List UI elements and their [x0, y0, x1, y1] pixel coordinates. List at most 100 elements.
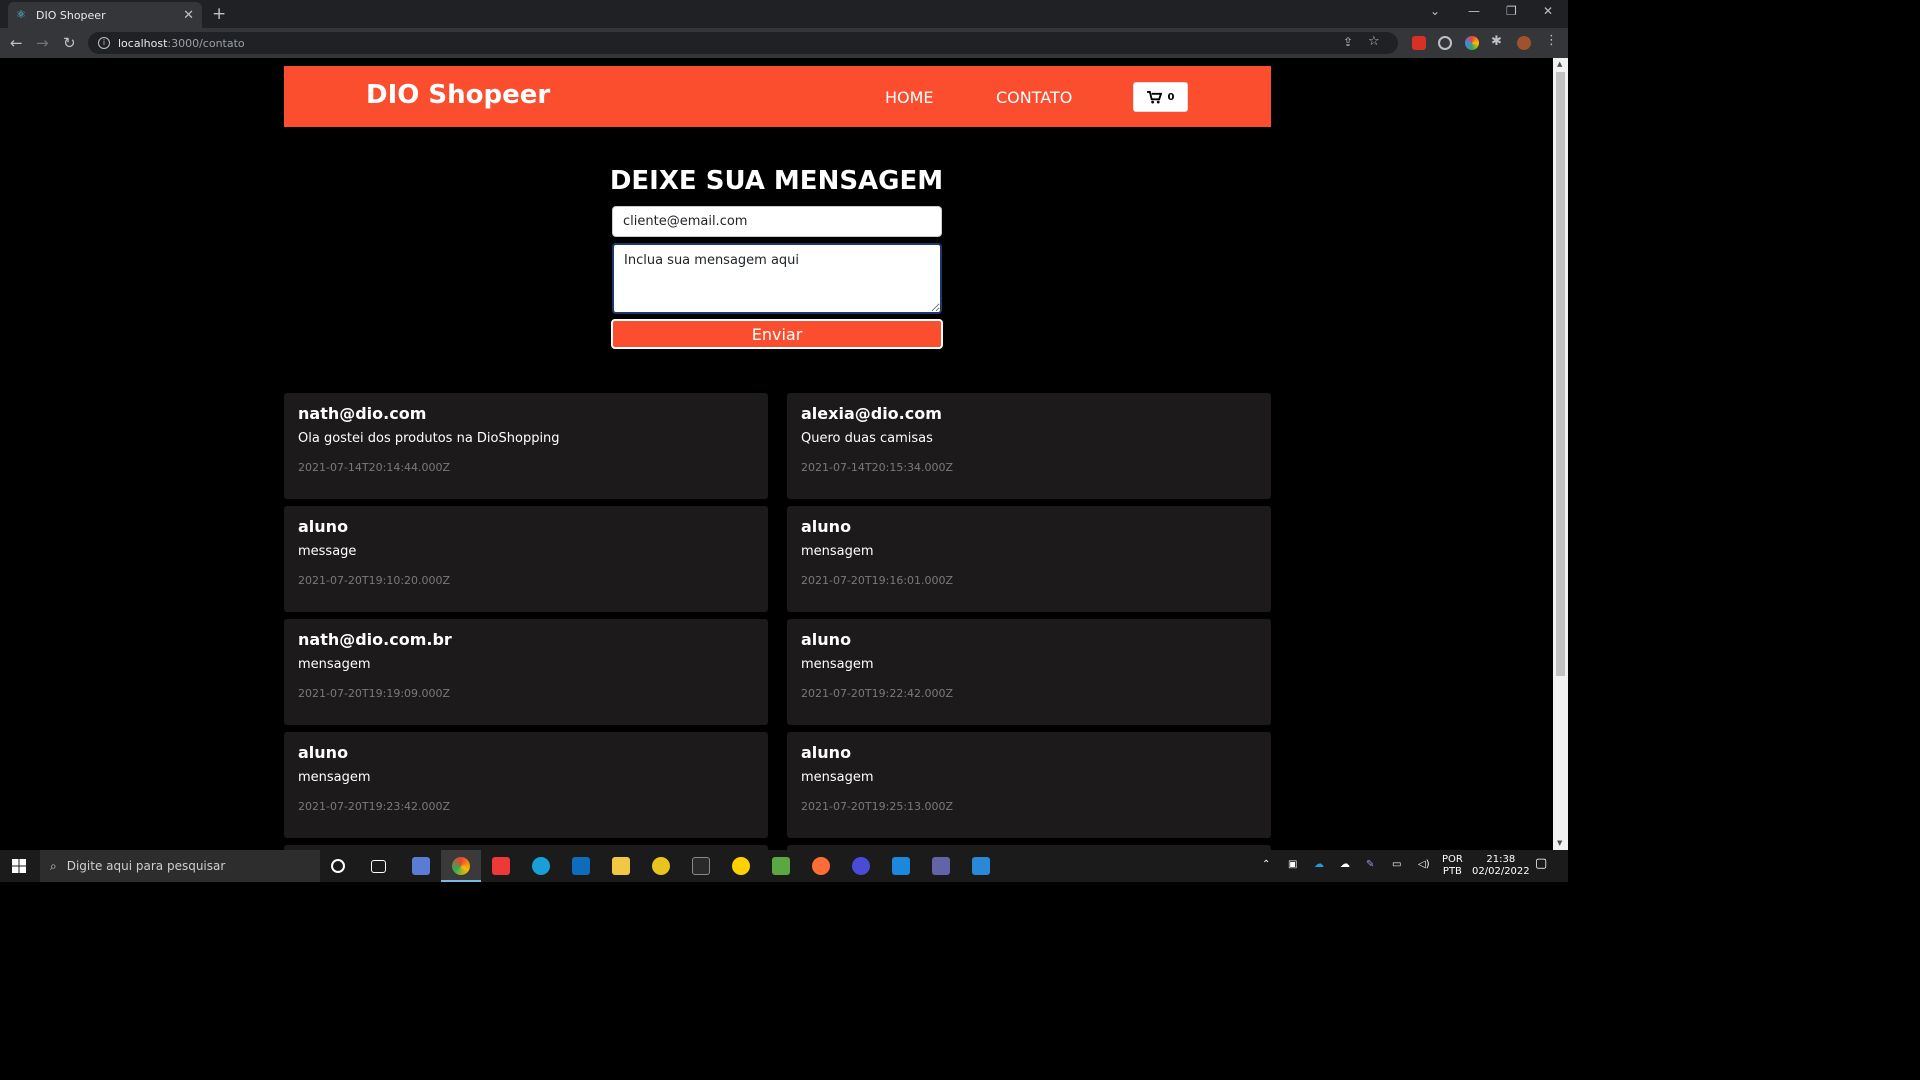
send-button[interactable]: Enviar [611, 319, 943, 349]
message-card: aluno mensagem 2021-07-20T19:23:42.000Z [284, 732, 768, 838]
notifications-icon[interactable]: ▢ [1535, 857, 1547, 870]
message-text: mensagem [801, 544, 874, 559]
scrollbar-thumb[interactable] [1556, 72, 1565, 676]
forward-icon[interactable]: → [36, 34, 49, 52]
share-icon[interactable]: ⇪ [1343, 35, 1353, 49]
task-view-icon[interactable] [371, 860, 386, 873]
message-card: aluno mensagem 2021-07-20T19:25:13.000Z [787, 732, 1271, 838]
message-card: aluno message 2021-07-20T19:10:20.000Z [284, 506, 768, 612]
scroll-up-icon[interactable]: ▲ [1557, 60, 1562, 68]
message-email: alexia@dio.com [801, 404, 942, 423]
scroll-down-icon[interactable]: ▼ [1557, 839, 1562, 847]
profile-avatar[interactable] [1517, 36, 1531, 50]
message-date: 2021-07-14T20:15:34.000Z [801, 461, 954, 474]
browser-tab[interactable]: ⚛ DIO Shopeer ✕ [8, 2, 202, 28]
message-text: mensagem [298, 770, 371, 785]
page-scrollbar[interactable]: ▲ ▼ [1553, 58, 1568, 850]
taskbar-search-input[interactable]: ⌕ Digite aqui para pesquisar [40, 850, 320, 882]
cart-button[interactable]: 0 [1133, 82, 1188, 112]
tab-search-icon[interactable]: ⌄ [1430, 4, 1440, 18]
react-icon: ⚛ [16, 8, 26, 21]
color-picker-extension-icon[interactable] [1465, 36, 1479, 50]
message-text: mensagem [801, 657, 874, 672]
message-email: aluno [801, 630, 852, 649]
app-icon[interactable] [772, 857, 790, 875]
message-card: aluno mensagem 2021-07-20T19:16:01.000Z [787, 506, 1271, 612]
extension-icon[interactable] [1412, 36, 1426, 50]
menu-kebab-icon[interactable]: ⋮ [1545, 33, 1559, 48]
url-host: localhost [118, 36, 168, 50]
search-icon: ⌕ [50, 858, 57, 873]
minimize-icon[interactable]: — [1468, 4, 1480, 18]
extension-icon[interactable] [1438, 36, 1452, 50]
message-email: aluno [298, 517, 349, 536]
message-card: aluno mensagem 2021-07-20T19:22:42.000Z [787, 619, 1271, 725]
close-tab-icon[interactable]: ✕ [183, 8, 194, 23]
show-hidden-icons-icon[interactable]: ⌃ [1262, 859, 1270, 871]
message-date: 2021-07-20T19:16:01.000Z [801, 574, 954, 587]
bookmark-star-icon[interactable]: ☆ [1368, 34, 1380, 49]
site-navbar: DIO Shopeer HOME CONTATO 0 [284, 66, 1271, 127]
address-bar[interactable]: i localhost:3000/contato ⇪ ☆ [88, 32, 1398, 54]
app-icon[interactable] [652, 857, 670, 875]
new-tab-icon[interactable]: + [212, 4, 226, 24]
message-date: 2021-07-14T20:14:44.000Z [298, 461, 451, 474]
file-explorer-icon[interactable] [612, 857, 630, 875]
message-date: 2021-07-20T19:19:09.000Z [298, 687, 451, 700]
brand-logo[interactable]: DIO Shopeer [366, 80, 550, 110]
nav-link-home[interactable]: HOME [885, 88, 934, 107]
back-icon[interactable]: ← [10, 34, 23, 52]
vscode-icon[interactable] [892, 857, 910, 875]
clock[interactable]: 21:38 02/02/2022 [1472, 854, 1530, 878]
message-date: 2021-07-20T19:23:42.000Z [298, 800, 451, 813]
windows-taskbar: ⌕ Digite aqui para pesquisar ⌃ ▣ ☁ ☁ ✎ ▭… [0, 850, 1568, 882]
message-email: aluno [801, 743, 852, 762]
message-field[interactable] [612, 243, 942, 314]
app-icon[interactable] [972, 857, 990, 875]
teams-icon[interactable] [932, 857, 950, 875]
windows-start-icon[interactable] [12, 859, 26, 873]
app-icon[interactable] [732, 857, 750, 875]
reload-icon[interactable]: ↻ [63, 34, 76, 52]
app-icon[interactable] [852, 857, 870, 875]
url-path: :3000/contato [167, 36, 245, 50]
message-text: mensagem [801, 770, 874, 785]
onedrive-icon[interactable]: ☁ [1314, 859, 1324, 871]
pen-icon[interactable]: ✎ [1366, 859, 1374, 871]
search-placeholder: Digite aqui para pesquisar [66, 859, 226, 873]
close-window-icon[interactable]: ✕ [1543, 4, 1553, 18]
message-text: Ola gostei dos produtos na DioShopping [298, 431, 560, 446]
message-date: 2021-07-20T19:10:20.000Z [298, 574, 451, 587]
nav-link-contato[interactable]: CONTATO [996, 88, 1072, 107]
message-email: aluno [298, 743, 349, 762]
calculator-icon[interactable] [412, 857, 430, 875]
restore-icon[interactable]: ❐ [1506, 4, 1517, 18]
keyboard-layout: PTB [1442, 866, 1462, 877]
network-icon[interactable]: ▭ [1392, 859, 1401, 871]
message-date: 2021-07-20T19:25:13.000Z [801, 800, 954, 813]
message-text: Quero duas camisas [801, 431, 933, 446]
volume-icon[interactable]: ◁) [1418, 859, 1430, 871]
meet-now-icon[interactable]: ▣ [1288, 859, 1297, 871]
clock-date: 02/02/2022 [1472, 866, 1530, 877]
browser-tab-bar: ⚛ DIO Shopeer ✕ + ⌄ — ❐ ✕ [0, 0, 1568, 28]
extensions-puzzle-icon[interactable]: ✱ [1491, 34, 1505, 49]
chrome-icon[interactable] [452, 857, 470, 875]
site-info-icon[interactable]: i [98, 37, 110, 49]
postman-icon[interactable] [812, 857, 830, 875]
vivaldi-icon[interactable] [492, 857, 510, 875]
message-email: nath@dio.com.br [298, 630, 452, 649]
browser-toolbar: ← → ↻ i localhost:3000/contato ⇪ ☆ ✱ ⋮ [0, 28, 1568, 58]
cortana-icon[interactable] [331, 859, 345, 873]
message-email: aluno [801, 517, 852, 536]
clock-time: 21:38 [1486, 854, 1516, 865]
terminal-icon[interactable] [692, 857, 710, 875]
message-card: nath@dio.com.br mensagem 2021-07-20T19:19:… [284, 619, 768, 725]
edge-icon[interactable] [532, 857, 550, 875]
language-indicator[interactable]: POR PTB [1442, 854, 1463, 878]
message-text: mensagem [298, 657, 371, 672]
email-field[interactable] [612, 206, 942, 237]
onedrive-personal-icon[interactable]: ☁ [1340, 859, 1350, 871]
language-code: POR [1442, 854, 1463, 865]
outlook-icon[interactable] [572, 857, 590, 875]
